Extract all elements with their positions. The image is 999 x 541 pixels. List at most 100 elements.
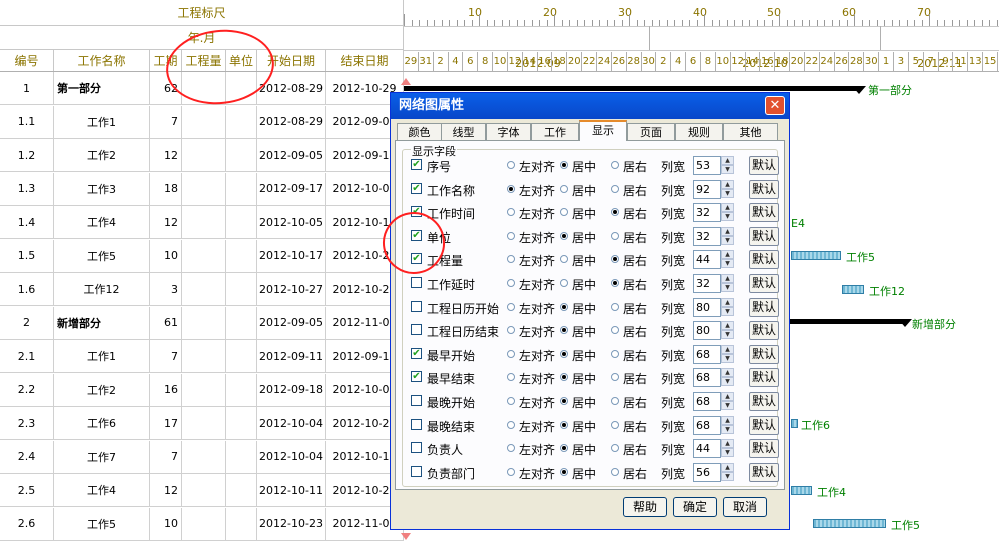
align-left-radio[interactable] (507, 231, 515, 240)
spin-down-icon[interactable]: ▼ (721, 212, 734, 222)
align-right-radio[interactable] (611, 467, 619, 476)
align-center-radio[interactable] (560, 373, 568, 382)
align-center-radio[interactable] (560, 326, 568, 335)
align-left-radio[interactable] (507, 302, 515, 311)
spin-up-icon[interactable]: ▲ (721, 297, 734, 307)
tab-3[interactable]: 工作 (531, 123, 579, 140)
width-input[interactable]: 68 (693, 392, 721, 411)
width-spinner[interactable]: ▲ ▼ (721, 439, 734, 458)
width-input[interactable]: 32 (693, 226, 721, 246)
tab-6[interactable]: 规则 (675, 123, 723, 140)
align-right-radio[interactable] (611, 420, 619, 429)
table-row[interactable]: 1.3 工作3 18 2012-09-17 2012-10-04 (0, 172, 404, 206)
tab-5[interactable]: 页面 (627, 123, 675, 140)
align-left-radio[interactable] (507, 349, 515, 358)
tab-1[interactable]: 线型 (441, 123, 486, 140)
column-header-6[interactable]: 结束日期 (326, 50, 404, 72)
spin-down-icon[interactable]: ▼ (721, 471, 734, 481)
width-input[interactable]: 68 (693, 415, 721, 435)
width-spinner[interactable]: ▲ ▼ (721, 344, 734, 364)
width-input[interactable]: 44 (693, 439, 721, 459)
align-right-radio[interactable] (611, 231, 619, 240)
width-spinner[interactable]: ▲ ▼ (721, 321, 734, 340)
align-right-radio[interactable] (611, 161, 619, 169)
cancel-button[interactable]: 取消 (723, 497, 767, 517)
default-button[interactable]: 默认 (749, 415, 779, 435)
table-row[interactable]: 1.2 工作2 12 2012-09-05 2012-09-16 (0, 139, 404, 172)
column-header-0[interactable]: 编号 (0, 50, 54, 72)
spin-up-icon[interactable]: ▲ (721, 179, 734, 189)
spin-down-icon[interactable]: ▼ (721, 283, 734, 292)
align-right-radio[interactable] (611, 302, 619, 311)
field-checkbox[interactable] (411, 324, 422, 336)
width-spinner[interactable]: ▲ ▼ (721, 156, 734, 175)
table-row[interactable]: 2.2 工作2 16 2012-09-18 2012-10-03 (0, 373, 404, 407)
table-row[interactable]: 2.6 工作5 10 2012-10-23 2012-11-01 (0, 507, 404, 541)
close-icon[interactable]: ✕ (765, 96, 785, 115)
default-button[interactable]: 默认 (749, 156, 779, 175)
width-input[interactable]: 80 (693, 297, 721, 317)
width-spinner[interactable]: ▲ ▼ (721, 250, 734, 269)
spin-down-icon[interactable]: ▼ (721, 377, 734, 387)
width-input[interactable]: 53 (693, 156, 721, 175)
spin-down-icon[interactable]: ▼ (721, 401, 734, 410)
help-button[interactable]: 帮助 (623, 497, 667, 517)
field-checkbox[interactable]: ✔ (411, 159, 422, 170)
align-right-radio[interactable] (611, 255, 619, 264)
tab-2[interactable]: 字体 (486, 123, 531, 140)
field-checkbox[interactable] (411, 442, 422, 454)
table-row[interactable]: 2.1 工作1 7 2012-09-11 2012-09-17 (0, 340, 404, 373)
default-button[interactable]: 默认 (749, 368, 779, 388)
spin-up-icon[interactable]: ▲ (721, 368, 734, 378)
align-left-radio[interactable] (507, 467, 515, 476)
default-button[interactable]: 默认 (749, 344, 779, 364)
align-left-radio[interactable] (507, 279, 515, 287)
spin-down-icon[interactable]: ▼ (721, 353, 734, 363)
spin-down-icon[interactable]: ▼ (721, 188, 734, 198)
align-right-radio[interactable] (611, 397, 619, 405)
align-center-radio[interactable] (560, 161, 568, 169)
field-checkbox[interactable] (411, 277, 422, 288)
default-button[interactable]: 默认 (749, 226, 779, 246)
spin-up-icon[interactable]: ▲ (721, 321, 734, 331)
align-right-radio[interactable] (611, 444, 619, 453)
tab-0[interactable]: 颜色 (397, 123, 442, 140)
align-center-radio[interactable] (560, 349, 568, 358)
field-checkbox[interactable]: ✔ (411, 371, 422, 383)
width-spinner[interactable]: ▲ ▼ (721, 392, 734, 411)
width-input[interactable]: 44 (693, 250, 721, 270)
tab-7[interactable]: 其他 (723, 123, 778, 140)
spin-up-icon[interactable]: ▲ (721, 462, 734, 472)
align-center-radio[interactable] (560, 255, 568, 264)
tab-4[interactable]: 显示 (579, 120, 627, 141)
align-center-radio[interactable] (560, 279, 568, 287)
width-input[interactable]: 56 (693, 462, 721, 482)
default-button[interactable]: 默认 (749, 203, 779, 223)
width-input[interactable]: 80 (693, 321, 721, 341)
align-left-radio[interactable] (507, 326, 515, 335)
spin-up-icon[interactable]: ▲ (721, 250, 734, 260)
align-right-radio[interactable] (611, 373, 619, 382)
spin-up-icon[interactable]: ▲ (721, 156, 734, 165)
width-input[interactable]: 68 (693, 344, 721, 364)
spin-down-icon[interactable]: ▼ (721, 235, 734, 245)
align-center-radio[interactable] (560, 397, 568, 405)
width-spinner[interactable]: ▲ ▼ (721, 297, 734, 317)
width-spinner[interactable]: ▲ ▼ (721, 415, 734, 435)
table-row[interactable]: 2 新增部分 61 2012-09-05 2012-11-04 (0, 306, 404, 340)
width-input[interactable]: 32 (693, 203, 721, 223)
align-left-radio[interactable] (507, 208, 515, 217)
spin-down-icon[interactable]: ▼ (721, 259, 734, 269)
align-right-radio[interactable] (611, 208, 619, 217)
align-left-radio[interactable] (507, 373, 515, 382)
spin-up-icon[interactable]: ▲ (721, 203, 734, 213)
table-row[interactable]: 1.4 工作4 12 2012-10-05 2012-10-16 (0, 206, 404, 239)
width-spinner[interactable]: ▲ ▼ (721, 179, 734, 199)
default-button[interactable]: 默认 (749, 250, 779, 270)
align-right-radio[interactable] (611, 326, 619, 335)
spin-down-icon[interactable]: ▼ (721, 306, 734, 316)
spin-up-icon[interactable]: ▲ (721, 226, 734, 236)
ok-button[interactable]: 确定 (673, 497, 717, 517)
align-center-radio[interactable] (560, 444, 568, 453)
field-checkbox[interactable] (411, 418, 422, 430)
